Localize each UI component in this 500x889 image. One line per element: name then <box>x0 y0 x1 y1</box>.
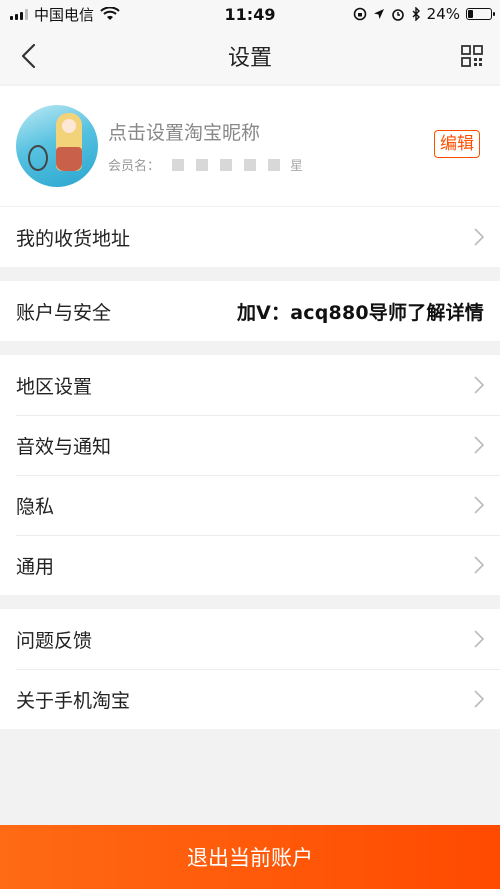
masked-text <box>268 158 281 171</box>
logout-label: 退出当前账户 <box>187 846 313 870</box>
member-name-row: 会员名： 星 <box>108 155 303 174</box>
battery-level <box>468 10 474 18</box>
battery-percent: 24% <box>426 5 460 23</box>
masked-text <box>172 158 185 171</box>
promo-overlay-text: 加V：acq880导师了解详情 <box>236 301 484 324</box>
battery-icon <box>466 8 495 20</box>
profile-card[interactable]: 点击设置淘宝昵称 会员名： 星 编辑 <box>0 86 500 206</box>
row-about[interactable]: 关于手机淘宝 <box>0 669 500 729</box>
row-label: 我的收货地址 <box>16 227 131 250</box>
bluetooth-icon <box>412 7 420 21</box>
masked-text <box>244 158 257 171</box>
wifi-icon <box>100 7 120 20</box>
status-right: 24% <box>353 5 495 23</box>
chevron-right-icon <box>474 630 484 648</box>
signal-icon <box>10 8 28 20</box>
account-group: 账户与安全 加V：acq880导师了解详情 <box>0 281 500 341</box>
row-feedback[interactable]: 问题反馈 <box>0 609 500 669</box>
chevron-right-icon <box>474 228 484 246</box>
clock: 11:49 <box>224 4 276 24</box>
masked-text <box>220 158 233 171</box>
row-address[interactable]: 我的收货地址 <box>0 207 500 267</box>
edit-button[interactable]: 编辑 <box>434 130 480 158</box>
qr-scan-icon[interactable] <box>460 44 484 68</box>
chevron-right-icon <box>474 376 484 394</box>
chevron-left-icon[interactable] <box>18 42 44 70</box>
chevron-right-icon <box>474 690 484 708</box>
row-sound-notify[interactable]: 音效与通知 <box>0 415 500 475</box>
general-group: 地区设置 音效与通知 隐私 通用 <box>0 355 500 595</box>
row-label: 通用 <box>16 555 55 578</box>
nav-bar: 设置 <box>0 28 500 84</box>
location-icon <box>373 9 384 19</box>
row-privacy[interactable]: 隐私 <box>0 475 500 535</box>
chevron-right-icon <box>474 556 484 574</box>
chevron-right-icon <box>474 436 484 454</box>
profile-info: 点击设置淘宝昵称 会员名： 星 <box>108 118 303 174</box>
status-left: 中国电信 <box>10 4 120 25</box>
member-label: 会员名： <box>108 159 161 174</box>
nickname-prompt[interactable]: 点击设置淘宝昵称 <box>108 118 303 145</box>
row-region[interactable]: 地区设置 <box>0 355 500 415</box>
row-general[interactable]: 通用 <box>0 535 500 595</box>
alarm-icon <box>391 9 404 21</box>
row-label: 关于手机淘宝 <box>16 689 131 712</box>
help-group: 问题反馈 关于手机淘宝 <box>0 609 500 729</box>
row-account-security[interactable]: 账户与安全 加V：acq880导师了解详情 <box>0 281 500 341</box>
row-label: 音效与通知 <box>16 435 112 458</box>
member-suffix: 星 <box>290 159 304 174</box>
row-label: 账户与安全 <box>16 301 112 324</box>
address-group: 我的收货地址 <box>0 207 500 267</box>
row-label: 地区设置 <box>16 375 93 398</box>
carrier-label: 中国电信 <box>34 5 95 24</box>
rotation-lock-icon <box>353 7 366 21</box>
row-label: 隐私 <box>16 495 55 518</box>
logout-button[interactable]: 退出当前账户 <box>0 825 500 889</box>
masked-text <box>196 158 209 171</box>
status-bar: 中国电信 11:49 24% <box>0 0 500 28</box>
page-title: 设置 <box>227 46 272 71</box>
row-label: 问题反馈 <box>16 629 93 652</box>
avatar[interactable] <box>16 105 98 187</box>
chevron-right-icon <box>474 496 484 514</box>
